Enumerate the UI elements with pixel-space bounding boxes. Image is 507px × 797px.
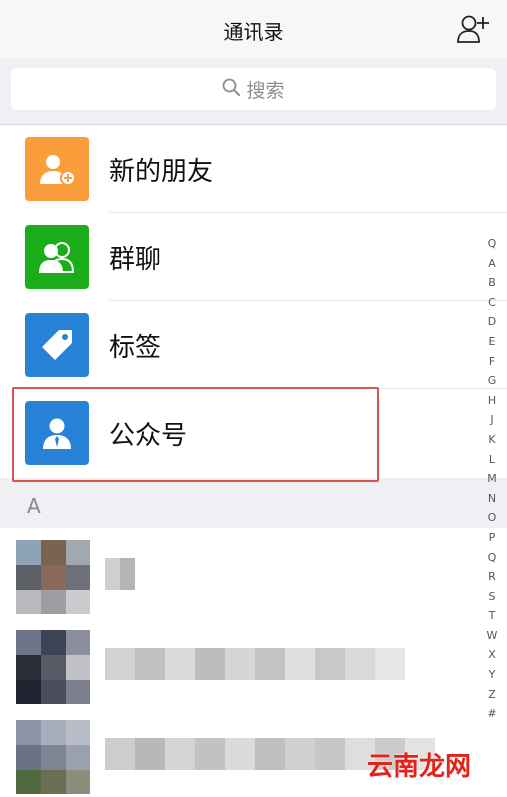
index-letter[interactable]: G: [488, 371, 497, 391]
index-letter[interactable]: P: [489, 528, 496, 548]
section-letter: A: [27, 494, 41, 518]
add-friend-icon: [25, 137, 89, 201]
index-letter[interactable]: K: [488, 430, 495, 450]
highlight-box: [12, 387, 379, 482]
list-item-label: 群聊: [109, 245, 162, 275]
alphabet-index[interactable]: Q A B C D E F G H J K L M N O P Q R S T W X Y Z #: [485, 234, 499, 724]
list-item-label: 新的朋友: [109, 157, 214, 187]
index-letter[interactable]: X: [488, 645, 496, 665]
index-letter[interactable]: T: [489, 606, 496, 626]
index-letter[interactable]: E: [489, 332, 496, 352]
index-letter[interactable]: C: [488, 293, 496, 313]
add-contact-icon[interactable]: [457, 14, 489, 44]
contact-row[interactable]: [0, 618, 507, 706]
group-chat-icon: [25, 225, 89, 289]
watermark: 云南龙网: [366, 752, 471, 782]
index-letter[interactable]: R: [488, 567, 496, 587]
index-letter[interactable]: Z: [488, 685, 496, 705]
index-letter[interactable]: D: [488, 312, 496, 332]
contact-row[interactable]: [0, 528, 507, 616]
contact-name-blurred: [105, 558, 135, 590]
index-letter[interactable]: Y: [489, 665, 496, 685]
section-header: A: [0, 482, 507, 528]
index-letter[interactable]: M: [487, 469, 497, 489]
list-item-group-chats[interactable]: 群聊: [0, 213, 507, 301]
list-item-label: 标签: [109, 333, 162, 363]
index-letter[interactable]: J: [490, 410, 493, 430]
index-letter[interactable]: B: [488, 273, 496, 293]
search-input[interactable]: 搜索: [11, 68, 496, 110]
avatar: [16, 540, 90, 614]
page-title: 通讯录: [223, 20, 284, 44]
search-icon: [222, 78, 246, 101]
nav-bar: 通讯录: [0, 0, 507, 58]
avatar: [16, 720, 90, 794]
index-letter[interactable]: H: [488, 391, 496, 411]
index-letter[interactable]: Q: [488, 548, 497, 568]
index-letter[interactable]: W: [487, 626, 498, 646]
index-letter[interactable]: O: [488, 508, 497, 528]
list-item-tags[interactable]: 标签: [0, 301, 507, 389]
search-area: 搜索: [0, 58, 507, 125]
avatar: [16, 630, 90, 704]
index-letter[interactable]: F: [489, 352, 495, 372]
index-letter[interactable]: L: [489, 450, 495, 470]
index-letter[interactable]: A: [488, 254, 496, 274]
search-placeholder: 搜索: [246, 79, 285, 102]
index-letter[interactable]: Q: [488, 234, 497, 254]
index-letter[interactable]: N: [488, 489, 496, 509]
contact-name-blurred: [105, 648, 405, 680]
list-item-new-friends[interactable]: 新的朋友: [0, 125, 507, 213]
index-letter[interactable]: S: [489, 587, 496, 607]
index-letter[interactable]: #: [487, 704, 496, 724]
tag-icon: [25, 313, 89, 377]
